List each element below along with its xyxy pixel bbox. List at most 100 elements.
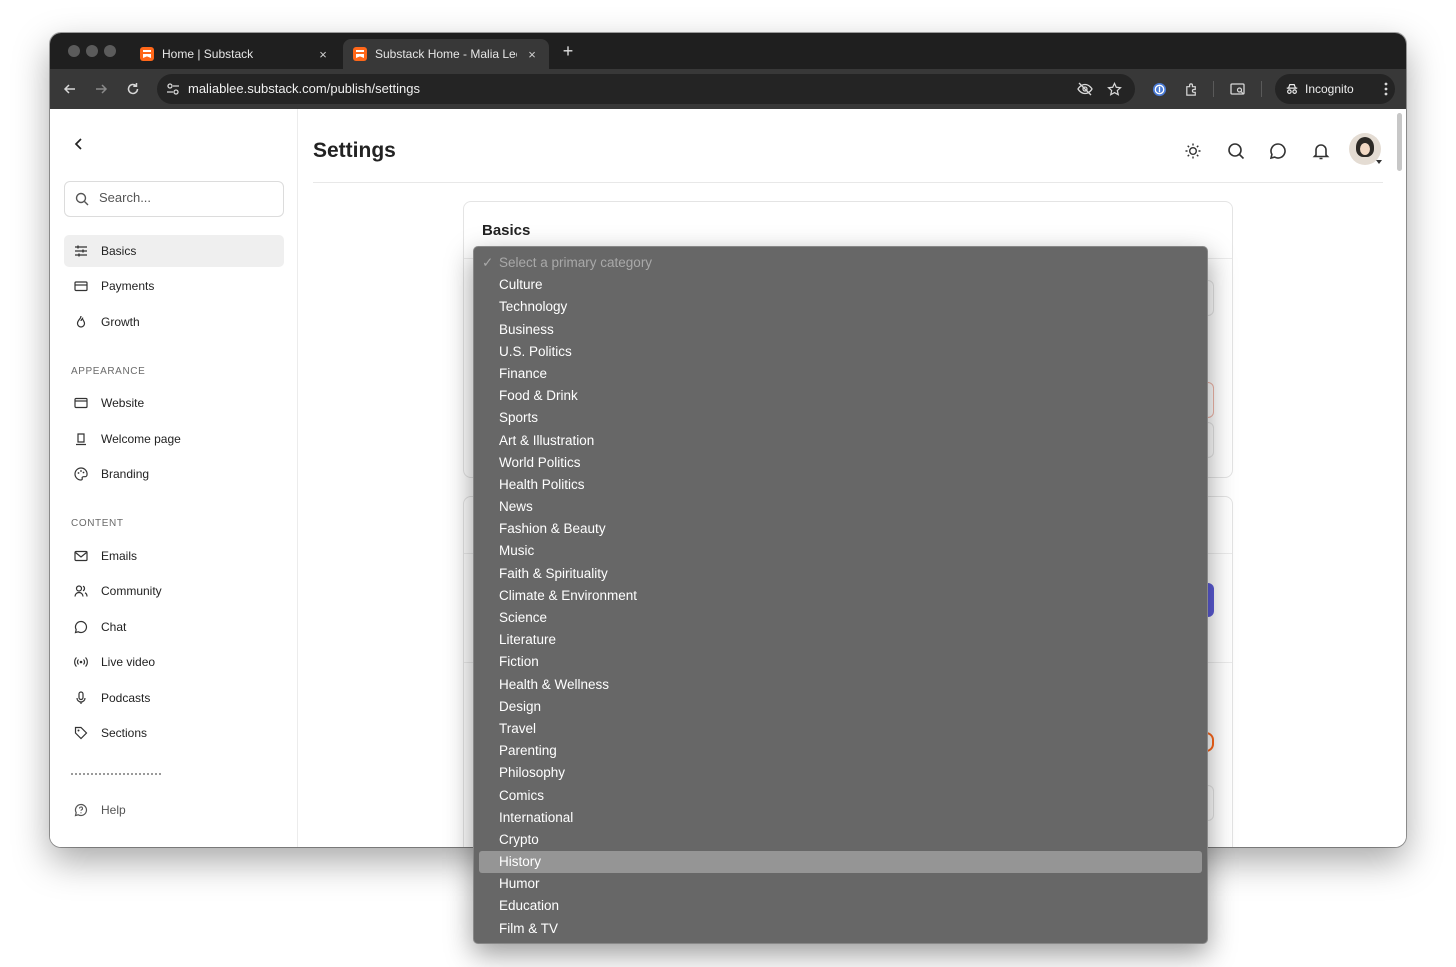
theme-sun-icon[interactable] <box>1184 142 1204 162</box>
dropdown-option[interactable]: Travel <box>479 718 1202 740</box>
dropdown-option[interactable]: Sports <box>479 407 1202 429</box>
sidebar-item-label: Sections <box>101 726 148 740</box>
sidebar-item-welcome-page[interactable]: Welcome page <box>64 423 284 455</box>
sidebar-item-emails[interactable]: Emails <box>64 540 284 572</box>
help-bubble-icon <box>74 803 88 817</box>
dropdown-option[interactable]: Health Politics <box>479 474 1202 496</box>
chat-bubble-icon[interactable] <box>1269 142 1289 162</box>
back-chevron-icon[interactable] <box>70 135 88 153</box>
url-text: maliablee.substack.com/publish/settings <box>188 81 420 96</box>
dropdown-option[interactable]: Film & TV <box>479 918 1202 940</box>
sidebar-item-label: Website <box>101 396 145 410</box>
search-icon <box>75 192 89 206</box>
dropdown-option[interactable]: Design <box>479 696 1202 718</box>
dropdown-option[interactable]: Faith & Spirituality <box>479 563 1202 585</box>
tab-home-substack[interactable]: Home | Substack × <box>130 39 340 69</box>
microphone-icon <box>76 691 86 704</box>
flame-icon <box>76 315 86 328</box>
dropdown-option[interactable]: Technology <box>479 296 1202 318</box>
back-arrow-icon[interactable] <box>60 79 80 99</box>
dropdown-option[interactable]: World Politics <box>479 452 1202 474</box>
password-manager-icon[interactable] <box>1149 79 1169 99</box>
incognito-icon <box>1286 84 1298 94</box>
sidebar-item-community[interactable]: Community <box>64 575 284 607</box>
dropdown-option[interactable]: Science <box>479 607 1202 629</box>
settings-sidebar: Basics Payments Growth APPEARANCE Websit… <box>50 109 298 847</box>
tab-substack-home-malia[interactable]: Substack Home - Malia Lee × <box>343 39 549 69</box>
dropdown-option[interactable]: Comics <box>479 785 1202 807</box>
reading-list-icon[interactable] <box>1228 79 1248 99</box>
minimize-window-icon[interactable] <box>86 45 98 57</box>
page-title: Settings <box>313 139 396 162</box>
dropdown-option[interactable]: Literature <box>479 629 1202 651</box>
extensions-puzzle-icon[interactable] <box>1181 79 1201 99</box>
dropdown-placeholder-option[interactable]: ✓ Select a primary category <box>479 252 1202 274</box>
dropdown-option[interactable]: International <box>479 807 1202 829</box>
close-window-icon[interactable] <box>68 45 80 57</box>
section-label-appearance: APPEARANCE <box>71 366 146 377</box>
sidebar-item-sections[interactable]: Sections <box>64 717 284 749</box>
dropdown-option[interactable]: Culture <box>479 274 1202 296</box>
dropdown-option[interactable]: History <box>479 851 1202 874</box>
sidebar-item-live-video[interactable]: Live video <box>64 646 284 678</box>
toolbar-divider <box>1213 81 1214 97</box>
dropdown-option[interactable]: Humor <box>479 873 1202 895</box>
address-bar[interactable]: maliablee.substack.com/publish/settings <box>157 74 1135 104</box>
dropdown-option[interactable]: Food & Drink <box>479 385 1202 407</box>
header-divider <box>313 182 1383 183</box>
credit-card-icon <box>74 281 88 292</box>
dropdown-option[interactable]: Fiction <box>479 651 1202 673</box>
dropdown-option[interactable]: Philosophy <box>479 762 1202 784</box>
bookmark-star-icon[interactable] <box>1104 79 1124 99</box>
notification-bell-icon[interactable] <box>1312 142 1332 162</box>
dropdown-option[interactable]: Education <box>479 895 1202 917</box>
eye-off-icon[interactable] <box>1075 79 1095 99</box>
dropdown-option[interactable]: Art & Illustration <box>479 430 1202 452</box>
dropdown-option[interactable]: Business <box>479 319 1202 341</box>
sidebar-item-help[interactable]: Help <box>64 794 284 826</box>
dropdown-option[interactable]: U.S. Politics <box>479 341 1202 363</box>
dropdown-option[interactable]: Finance <box>479 363 1202 385</box>
sidebar-item-label: Help <box>101 803 126 817</box>
category-select-dropdown[interactable]: ✓ Select a primary category Culture Techn… <box>473 246 1208 944</box>
maximize-window-icon[interactable] <box>104 45 116 57</box>
page-scrollbar[interactable] <box>1397 113 1402 171</box>
substack-favicon-icon <box>353 47 367 61</box>
sidebar-item-label: Basics <box>101 244 137 258</box>
search-input[interactable] <box>99 190 269 205</box>
tab-close-icon[interactable]: × <box>316 47 330 62</box>
browser-menu-icon[interactable] <box>1376 79 1396 99</box>
dropdown-option[interactable]: Crypto <box>479 829 1202 851</box>
sidebar-item-basics[interactable]: Basics <box>64 235 284 267</box>
tag-icon <box>74 726 88 740</box>
sidebar-item-branding[interactable]: Branding <box>64 458 284 490</box>
search-icon[interactable] <box>1227 142 1247 162</box>
dropdown-options-list: Culture Technology Business U.S. Politics Fi… <box>474 274 1207 940</box>
dropdown-option[interactable]: Music <box>479 540 1202 562</box>
avatar-caret-icon[interactable] <box>1376 160 1382 164</box>
sidebar-search[interactable] <box>64 181 284 217</box>
dropdown-option[interactable]: Fashion & Beauty <box>479 518 1202 540</box>
sidebar-item-chat[interactable]: Chat <box>64 611 284 643</box>
browser-window-icon <box>74 397 88 409</box>
sidebar-item-growth[interactable]: Growth <box>64 306 284 338</box>
placeholder-text: Select a primary category <box>499 255 653 270</box>
incognito-label: Incognito <box>1305 82 1354 96</box>
new-tab-button[interactable]: + <box>558 41 578 62</box>
browser-toolbar: maliablee.substack.com/publish/settings … <box>50 69 1406 109</box>
sliders-icon <box>75 245 87 257</box>
sidebar-item-payments[interactable]: Payments <box>64 270 284 302</box>
dropdown-option[interactable]: Parenting <box>479 740 1202 762</box>
dropdown-option[interactable]: News <box>479 496 1202 518</box>
chat-bubble-icon <box>74 620 88 634</box>
dropdown-option[interactable]: Health & Wellness <box>479 674 1202 696</box>
dropdown-option[interactable]: Climate & Environment <box>479 585 1202 607</box>
sidebar-item-label: Welcome page <box>101 432 181 446</box>
mail-icon <box>74 550 88 562</box>
tab-close-icon[interactable]: × <box>525 47 539 62</box>
sidebar-item-podcasts[interactable]: Podcasts <box>64 682 284 714</box>
reload-icon[interactable] <box>123 79 143 99</box>
site-settings-icon[interactable] <box>163 79 183 99</box>
sidebar-item-website[interactable]: Website <box>64 387 284 419</box>
forward-arrow-icon[interactable] <box>91 79 111 99</box>
